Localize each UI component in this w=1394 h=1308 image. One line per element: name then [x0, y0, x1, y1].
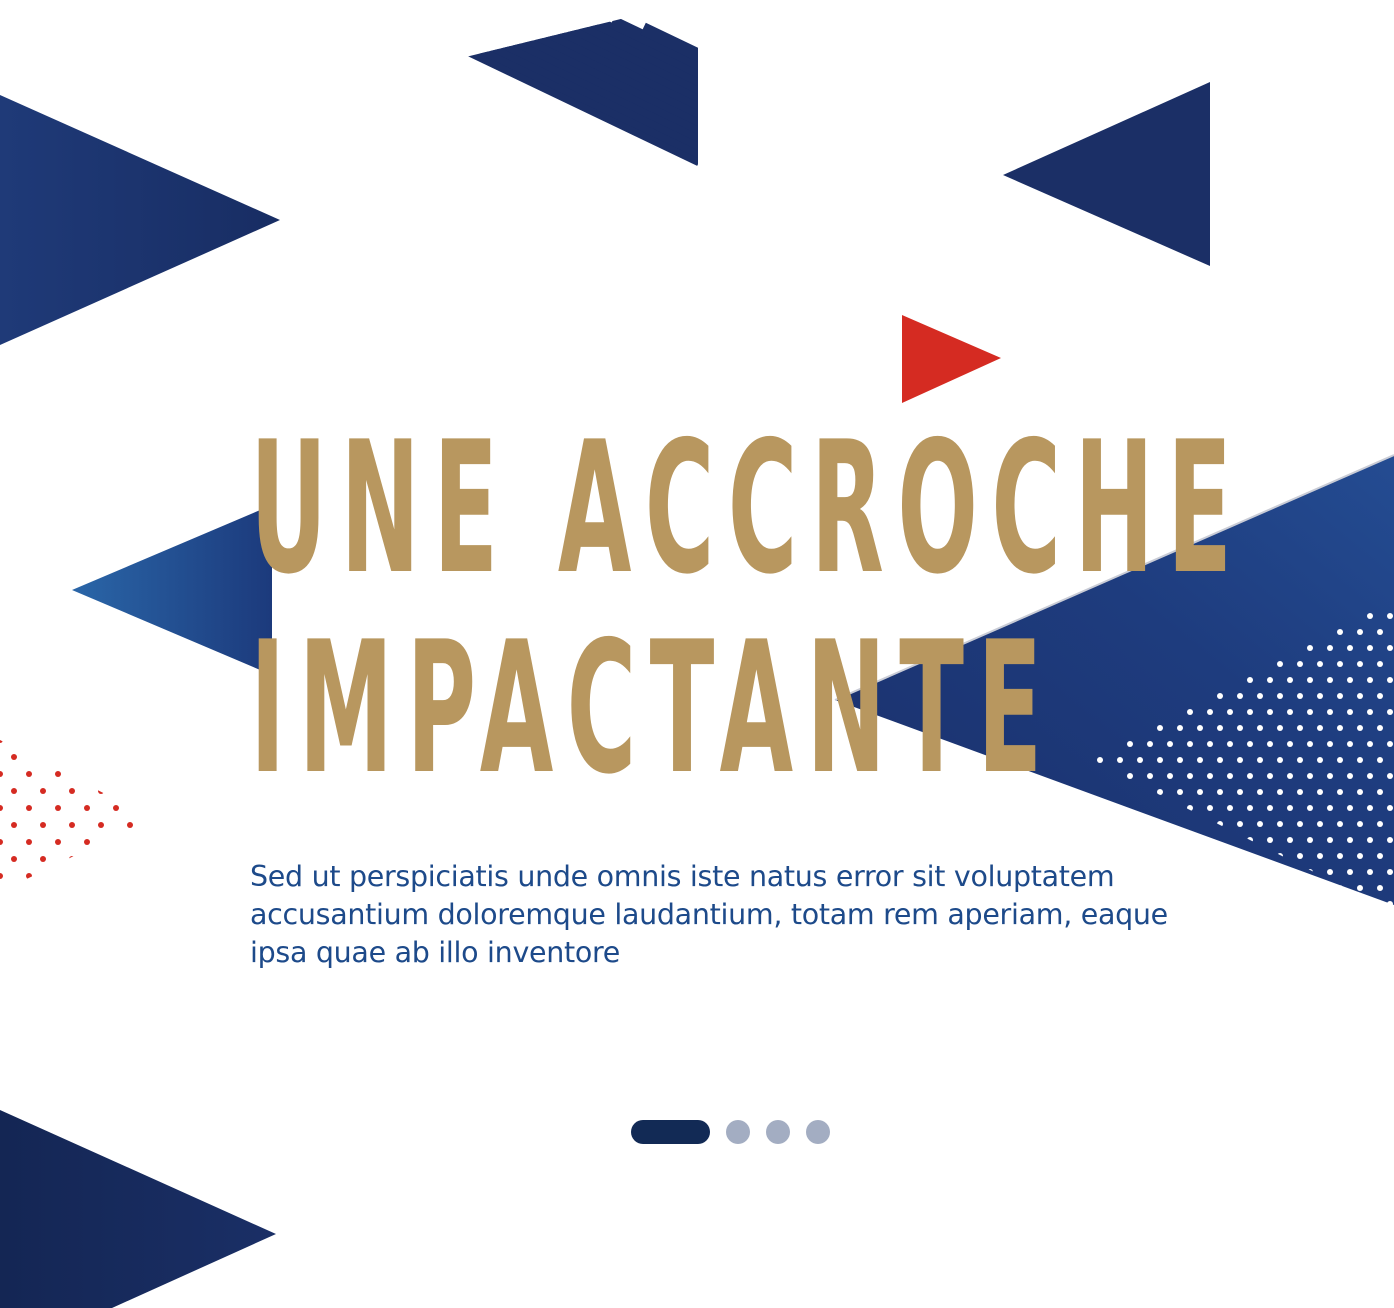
shape-triangle-bottom-left [0, 1110, 276, 1308]
hero-slide: UNE ACCROCHE IMPACTANTE Sed ut perspicia… [0, 0, 1394, 1308]
headline-line-2: IMPACTANTE [250, 602, 1056, 814]
pager-dot-3[interactable] [766, 1120, 790, 1144]
pager-dot-2[interactable] [726, 1120, 750, 1144]
shape-triangle-right-top [1003, 82, 1210, 266]
shape-triangle-left-top [0, 95, 280, 345]
carousel-pager [631, 1120, 830, 1144]
headline: UNE ACCROCHE IMPACTANTE [250, 408, 1245, 808]
pager-dot-1[interactable] [631, 1120, 710, 1144]
shape-triangle-mid-left [72, 505, 272, 675]
body-text: Sed ut perspiciatis unde omnis iste natu… [250, 860, 1168, 969]
pager-dot-4[interactable] [806, 1120, 830, 1144]
shape-triangle-red [902, 315, 1001, 403]
shape-red-dot-pattern [0, 740, 148, 879]
headline-line-1: UNE ACCROCHE [250, 402, 1246, 614]
shape-striped-triangle [384, 0, 698, 221]
